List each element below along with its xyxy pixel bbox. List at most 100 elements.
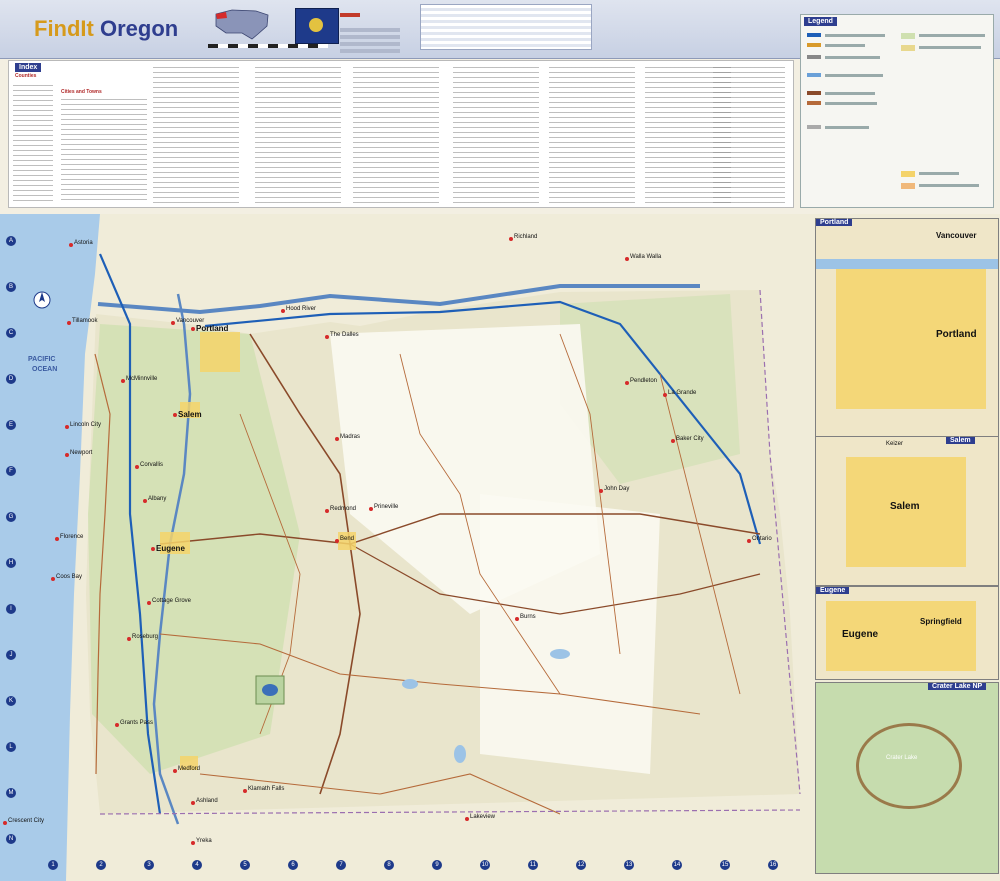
- grid-column-label: 8: [384, 860, 394, 870]
- city-label[interactable]: Burns: [520, 614, 536, 620]
- city-label[interactable]: Ontario: [752, 536, 772, 542]
- city-label[interactable]: La Grande: [668, 390, 696, 396]
- grid-column-label: 2: [96, 860, 106, 870]
- city-label[interactable]: Eugene: [156, 544, 185, 553]
- city-marker: [191, 801, 195, 805]
- grid-row-label: G: [6, 512, 16, 522]
- grid-column-label: 11: [528, 860, 538, 870]
- city-label[interactable]: Salem: [178, 410, 202, 419]
- city-label[interactable]: Astoria: [74, 240, 93, 246]
- brand-findit: FindIt: [34, 16, 94, 41]
- index-column: [13, 83, 53, 201]
- city-marker: [335, 437, 339, 441]
- grid-row-label: D: [6, 374, 16, 384]
- city-label[interactable]: Grants Pass: [120, 720, 153, 726]
- city-marker: [191, 841, 195, 845]
- city-label[interactable]: Newport: [70, 450, 92, 456]
- index-column: [353, 65, 439, 203]
- city-label[interactable]: Albany: [148, 496, 166, 502]
- distance-table: [420, 4, 592, 50]
- inset-city-label: Vancouver: [936, 231, 977, 240]
- legend-label: [825, 56, 880, 59]
- city-label[interactable]: Bend: [340, 536, 354, 542]
- city-label[interactable]: Redmond: [330, 506, 356, 512]
- grid-row-label: I: [6, 604, 16, 614]
- index-column: [713, 65, 785, 203]
- index-cities-label: Cities and Towns: [61, 89, 102, 95]
- grid-column-label: 1: [48, 860, 58, 870]
- city-marker: [281, 309, 285, 313]
- portland-inset: Portland Vancouver Portland: [815, 218, 999, 438]
- index-column: [549, 65, 635, 203]
- city-label[interactable]: Klamath Falls: [248, 786, 284, 792]
- city-label[interactable]: Hood River: [286, 306, 316, 312]
- grid-row-label: M: [6, 788, 16, 798]
- city-label[interactable]: Coos Bay: [56, 574, 82, 580]
- city-label[interactable]: Ashland: [196, 798, 218, 804]
- city-marker: [671, 439, 675, 443]
- city-marker: [747, 539, 751, 543]
- index-counties-label: Counties: [15, 73, 37, 79]
- city-label[interactable]: Yreka: [196, 838, 212, 844]
- city-label[interactable]: Pendleton: [630, 378, 657, 384]
- city-label[interactable]: The Dalles: [330, 332, 359, 338]
- city-label[interactable]: Lincoln City: [70, 422, 101, 428]
- city-label[interactable]: Tillamook: [72, 318, 97, 324]
- city-label[interactable]: Roseburg: [132, 634, 158, 640]
- grid-column-label: 13: [624, 860, 634, 870]
- grid-column-label: 6: [288, 860, 298, 870]
- ocean-label: PACIFIC: [28, 356, 56, 363]
- city-label[interactable]: Richland: [514, 234, 537, 240]
- city-label[interactable]: McMinnville: [126, 376, 157, 382]
- city-marker: [465, 817, 469, 821]
- legend-construction-symbol: [807, 55, 821, 59]
- legend-urban-area-symbol: [901, 171, 915, 177]
- city-label[interactable]: John Day: [604, 486, 629, 492]
- city-label[interactable]: Crescent City: [8, 818, 44, 824]
- city-label[interactable]: Madras: [340, 434, 360, 440]
- city-label[interactable]: Cottage Grove: [152, 598, 191, 604]
- city-marker: [173, 769, 177, 773]
- north-arrow-icon: [33, 291, 51, 309]
- grid-row-label: F: [6, 466, 16, 476]
- city-label[interactable]: Lakeview: [470, 814, 495, 820]
- city-label[interactable]: Prineville: [374, 504, 398, 510]
- inset-title: Salem: [946, 437, 975, 444]
- city-label[interactable]: Portland: [196, 324, 228, 333]
- index-column: [453, 65, 539, 203]
- grid-column-label: 3: [144, 860, 154, 870]
- city-marker: [143, 499, 147, 503]
- city-marker: [55, 537, 59, 541]
- city-label[interactable]: Medford: [178, 766, 200, 772]
- city-label[interactable]: Baker City: [676, 436, 704, 442]
- state-map[interactable]: PACIFIC OCEAN Portland Salem Eugene Bend Med…: [0, 214, 1000, 881]
- inset-city-label: Keizer: [886, 441, 904, 447]
- legend-primary-highway-symbol: [807, 91, 821, 95]
- grid-row-label: E: [6, 420, 16, 430]
- scale-bar: [208, 44, 328, 48]
- city-label[interactable]: Vancouver: [176, 318, 204, 324]
- city-marker: [509, 237, 513, 241]
- grid-row-label: B: [6, 282, 16, 292]
- city-marker: [69, 243, 73, 247]
- city-marker: [191, 327, 195, 331]
- legend-incorporated-cities-symbol: [901, 183, 915, 189]
- legend-label: [919, 46, 981, 49]
- legend-state-park-symbol: [901, 45, 915, 51]
- grid-row-label: H: [6, 558, 16, 568]
- index-panel: Index Counties Cities and Towns: [8, 60, 794, 208]
- city-marker: [599, 489, 603, 493]
- city-label[interactable]: Walla Walla: [630, 254, 661, 260]
- legend-panel: Legend: [800, 14, 994, 208]
- inset-city-label: Springfield: [920, 617, 962, 626]
- legend-label: [825, 126, 869, 129]
- grid-column-label: 9: [432, 860, 442, 870]
- city-marker: [65, 453, 69, 457]
- city-marker: [67, 321, 71, 325]
- grid-row-label: J: [6, 650, 16, 660]
- crater-rim: [856, 723, 962, 809]
- legend-label: [919, 184, 979, 187]
- city-label[interactable]: Florence: [60, 534, 83, 540]
- city-marker: [147, 601, 151, 605]
- city-label[interactable]: Corvallis: [140, 462, 163, 468]
